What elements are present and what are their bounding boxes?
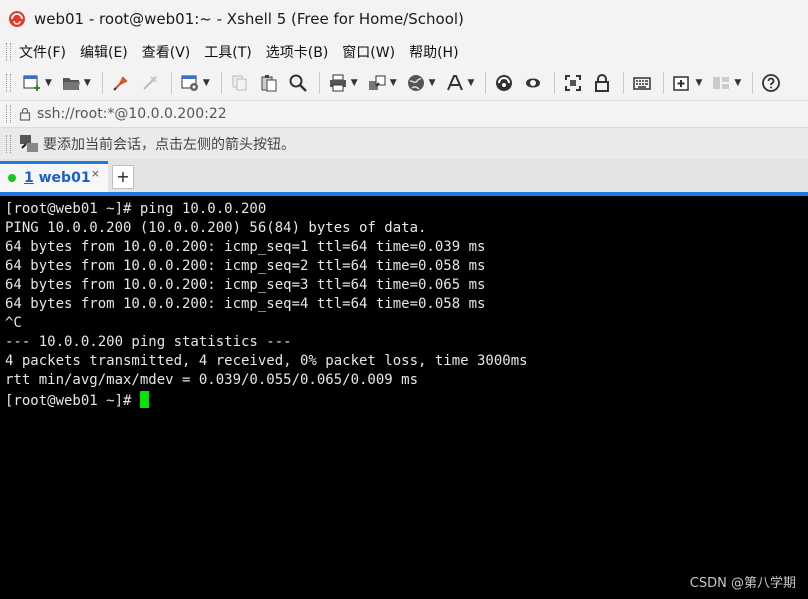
- toolbar-separator: [485, 72, 487, 94]
- tab-label: 1 web01: [24, 170, 91, 186]
- paste-icon[interactable]: [256, 70, 282, 96]
- terminal-prompt: [root@web01 ~]#: [5, 393, 140, 409]
- address-bar[interactable]: ssh://root:*@10.0.0.200:22: [0, 100, 808, 127]
- toolbar-separator: [101, 72, 103, 94]
- address-value[interactable]: ssh://root:*@10.0.0.200:22: [37, 106, 227, 122]
- connection-status-icon: [8, 174, 16, 182]
- toolbar-separator: [623, 72, 625, 94]
- menu-tools[interactable]: 工具(T): [204, 42, 251, 62]
- copy-icon[interactable]: [227, 70, 253, 96]
- hint-text: 要添加当前会话，点击左侧的箭头按钮。: [43, 137, 295, 153]
- add-tab-button[interactable]: +: [112, 165, 134, 189]
- terminal-line: 64 bytes from 10.0.0.200: icmp_seq=3 ttl…: [5, 277, 486, 293]
- toolbar-separator: [318, 72, 320, 94]
- xagent-icon[interactable]: [520, 70, 546, 96]
- toolbar-grip[interactable]: [6, 74, 11, 92]
- terminal-line: PING 10.0.0.200 (10.0.0.200) 56(84) byte…: [5, 220, 427, 236]
- toolbar-separator: [663, 72, 665, 94]
- menu-edit[interactable]: 编辑(E): [80, 42, 128, 62]
- font-dropdown[interactable]: ▼: [468, 78, 475, 88]
- toolbar-separator: [554, 72, 556, 94]
- toolbar-separator: [220, 72, 222, 94]
- print-dropdown[interactable]: ▼: [351, 78, 358, 88]
- globe-icon[interactable]: [403, 70, 429, 96]
- lock-icon[interactable]: [589, 70, 615, 96]
- properties-dropdown[interactable]: ▼: [203, 78, 210, 88]
- lock-small-icon: [19, 107, 31, 121]
- transfer-icon[interactable]: [364, 70, 390, 96]
- find-icon[interactable]: [285, 70, 311, 96]
- keyboard-icon[interactable]: [629, 70, 655, 96]
- encoding-dropdown[interactable]: ▼: [429, 78, 436, 88]
- layout-icon[interactable]: [708, 70, 734, 96]
- address-grip[interactable]: [6, 105, 11, 123]
- terminal-cursor: [139, 391, 149, 408]
- open-folder-icon[interactable]: [58, 70, 84, 96]
- open-dropdown[interactable]: ▼: [84, 78, 91, 88]
- window-title: web01 - root@web01:~ - Xshell 5 (Free fo…: [34, 10, 464, 28]
- menu-file[interactable]: 文件(F): [19, 42, 66, 62]
- terminal-area[interactable]: [root@web01 ~]# ping 10.0.0.200 PING 10.…: [0, 196, 808, 599]
- reconnect-icon[interactable]: [108, 70, 134, 96]
- terminal-line: rtt min/avg/max/mdev = 0.039/0.055/0.065…: [5, 372, 419, 388]
- new-session-dropdown[interactable]: ▼: [45, 78, 52, 88]
- terminal-line: 64 bytes from 10.0.0.200: icmp_seq=2 ttl…: [5, 258, 486, 274]
- tab-close-icon[interactable]: ×: [91, 167, 100, 180]
- watermark: CSDN @第八学期: [689, 576, 796, 591]
- font-icon[interactable]: [442, 70, 468, 96]
- tab-web01[interactable]: 1 web01 ×: [0, 161, 108, 192]
- new-tab-dropdown[interactable]: ▼: [695, 78, 702, 88]
- terminal-line: [root@web01 ~]# ping 10.0.0.200: [5, 201, 267, 217]
- transfer-dropdown[interactable]: ▼: [390, 78, 397, 88]
- menu-help[interactable]: 帮助(H): [409, 42, 458, 62]
- title-bar: web01 - root@web01:~ - Xshell 5 (Free fo…: [0, 0, 808, 38]
- menu-window[interactable]: 窗口(W): [342, 42, 395, 62]
- disconnect-icon[interactable]: [137, 70, 163, 96]
- terminal-line: --- 10.0.0.200 ping statistics ---: [5, 334, 292, 350]
- terminal-line: 64 bytes from 10.0.0.200: icmp_seq=4 ttl…: [5, 296, 486, 312]
- xshell-app-icon[interactable]: [8, 10, 26, 28]
- print-icon[interactable]: [325, 70, 351, 96]
- help-icon[interactable]: [758, 70, 784, 96]
- terminal-line: ^C: [5, 315, 22, 331]
- tab-bar: 1 web01 × +: [0, 159, 808, 192]
- terminal-prompt-line: [root@web01 ~]#: [5, 391, 149, 409]
- menu-bar: 文件(F) 编辑(E) 查看(V) 工具(T) 选项卡(B) 窗口(W) 帮助(…: [0, 38, 808, 66]
- toolbar-separator: [170, 72, 172, 94]
- toolbar: ▼ ▼ ▼ ▼ ▼ ▼ ▼ ▼ ▼: [0, 66, 808, 100]
- tab-number: 1: [24, 170, 34, 186]
- terminal-line: 4 packets transmitted, 4 received, 0% pa…: [5, 353, 528, 369]
- menu-grip[interactable]: [6, 43, 11, 61]
- toolbar-separator: [752, 72, 754, 94]
- session-hint-bar: 要添加当前会话，点击左侧的箭头按钮。: [0, 127, 808, 160]
- hint-grip[interactable]: [6, 135, 11, 153]
- menu-tabs[interactable]: 选项卡(B): [266, 42, 329, 62]
- new-tab-icon[interactable]: [669, 70, 695, 96]
- tab-title: web01: [38, 170, 91, 186]
- fullscreen-icon[interactable]: [560, 70, 586, 96]
- menu-view[interactable]: 查看(V): [142, 42, 191, 62]
- add-session-arrow-icon[interactable]: [19, 134, 39, 154]
- new-session-icon[interactable]: [19, 70, 45, 96]
- xftp-icon[interactable]: [491, 70, 517, 96]
- layout-dropdown[interactable]: ▼: [734, 78, 741, 88]
- terminal-line: 64 bytes from 10.0.0.200: icmp_seq=1 ttl…: [5, 239, 486, 255]
- properties-icon[interactable]: [177, 70, 203, 96]
